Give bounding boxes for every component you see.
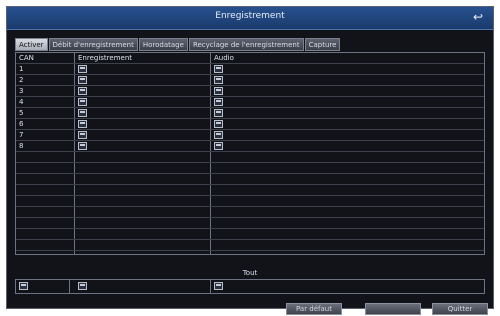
channel-number: 5 (19, 109, 24, 117)
header-can: CAN (19, 54, 34, 62)
table-row: 5 (16, 108, 484, 119)
tout-label: Tout (242, 269, 258, 277)
table-row: 1 (16, 64, 484, 75)
enregistrement-checkbox[interactable] (78, 87, 87, 95)
table-row: 8 (16, 141, 484, 152)
channel-number: 7 (19, 131, 24, 139)
header-enregistrement: Enregistrement (78, 54, 133, 62)
channel-number: 4 (19, 98, 24, 106)
select-all-audio-checkbox[interactable] (214, 282, 223, 290)
tab-horodatage[interactable]: Horodatage (138, 38, 188, 51)
table-row (16, 229, 484, 240)
table-row: 3 (16, 86, 484, 97)
title-bar: Enregistrement ↩ (7, 7, 493, 30)
column-divider (69, 280, 70, 293)
channel-number: 2 (19, 76, 24, 84)
enregistrement-checkbox[interactable] (78, 131, 87, 139)
apply-button[interactable] (365, 303, 421, 315)
table-row: 2 (16, 75, 484, 86)
window-title: Enregistrement (215, 11, 285, 21)
channel-table: CAN Enregistrement Audio 1 2 3 4 5 6 7 8 (15, 52, 485, 255)
header-audio: Audio (214, 54, 234, 62)
channel-number: 6 (19, 120, 24, 128)
back-icon[interactable]: ↩ (471, 10, 485, 24)
table-row (16, 152, 484, 163)
button-bar: Par défaut Quitter (7, 303, 493, 316)
enregistrement-checkbox[interactable] (78, 76, 87, 84)
tab-debit-enregistrement[interactable]: Débit d'enregistrement (48, 38, 138, 51)
audio-checkbox[interactable] (214, 120, 223, 128)
audio-checkbox[interactable] (214, 109, 223, 117)
table-row (16, 163, 484, 174)
audio-checkbox[interactable] (214, 65, 223, 73)
table-row (16, 174, 484, 185)
enregistrement-checkbox[interactable] (78, 109, 87, 117)
default-button[interactable]: Par défaut (286, 303, 342, 315)
audio-checkbox[interactable] (214, 98, 223, 106)
audio-checkbox[interactable] (214, 87, 223, 95)
column-divider (210, 280, 211, 293)
enregistrement-checkbox[interactable] (78, 98, 87, 106)
enregistrement-checkbox[interactable] (78, 120, 87, 128)
table-header-row: CAN Enregistrement Audio (16, 53, 484, 64)
table-row: 7 (16, 130, 484, 141)
table-row (16, 185, 484, 196)
table-row (16, 207, 484, 218)
tab-activer[interactable]: Activer (15, 38, 48, 51)
recording-window: Enregistrement ↩ Activer Débit d'enregis… (6, 6, 494, 315)
tab-capture[interactable]: Capture (304, 38, 341, 51)
channel-number: 3 (19, 87, 24, 95)
select-all-row (15, 279, 485, 294)
select-all-enregistrement-checkbox[interactable] (78, 282, 87, 290)
tab-recyclage-enregistrement[interactable]: Recyclage de l'enregistrement (188, 38, 304, 51)
channel-number: 1 (19, 65, 24, 73)
audio-checkbox[interactable] (214, 131, 223, 139)
table-row (16, 196, 484, 207)
enregistrement-checkbox[interactable] (78, 142, 87, 150)
table-row (16, 218, 484, 229)
audio-checkbox[interactable] (214, 76, 223, 84)
tab-bar: Activer Débit d'enregistrement Horodatag… (15, 38, 341, 51)
enregistrement-checkbox[interactable] (78, 65, 87, 73)
channel-number: 8 (19, 142, 24, 150)
audio-checkbox[interactable] (214, 142, 223, 150)
table-row: 4 (16, 97, 484, 108)
table-row: 6 (16, 119, 484, 130)
quit-button[interactable]: Quitter (432, 303, 488, 315)
select-all-channel-checkbox[interactable] (19, 282, 28, 290)
table-row (16, 240, 484, 251)
